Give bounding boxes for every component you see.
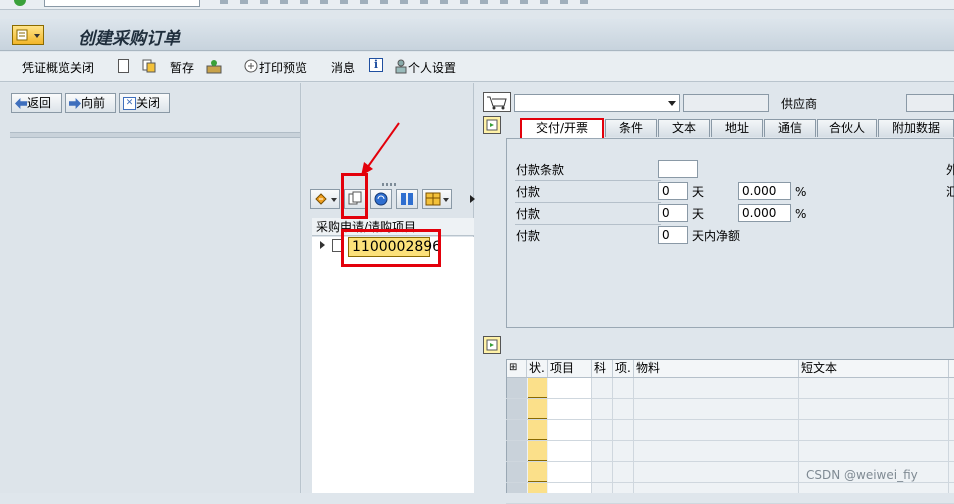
page-title: 创建采购订单 bbox=[78, 29, 180, 49]
days-unit: 天 bbox=[692, 207, 705, 221]
col-short-text[interactable]: 短文本 bbox=[799, 360, 949, 377]
divider bbox=[515, 180, 661, 181]
annotation-arrow bbox=[361, 122, 400, 176]
arrow-right-icon bbox=[69, 98, 81, 109]
tab-label: 地址 bbox=[724, 121, 749, 135]
tab-label: 文本 bbox=[671, 121, 696, 135]
tree-content bbox=[312, 237, 474, 493]
items-expand-button[interactable] bbox=[483, 336, 501, 354]
cut-label-2: 汇 bbox=[946, 185, 954, 199]
back-label: 返回 bbox=[27, 96, 52, 110]
payment-label: 付款 bbox=[516, 185, 541, 199]
payment-days-field[interactable]: 0 bbox=[658, 204, 688, 222]
personal-settings-button[interactable]: 个人设置 bbox=[408, 60, 456, 76]
payment-terms-field[interactable] bbox=[658, 160, 698, 178]
arrow-left-icon bbox=[15, 98, 27, 109]
splitter-horizontal[interactable] bbox=[10, 132, 300, 138]
create-icon[interactable] bbox=[118, 59, 129, 73]
net-days-unit: 天内净额 bbox=[692, 229, 741, 243]
close-icon: ✕ bbox=[123, 97, 136, 110]
tab-delivery-invoice[interactable]: 交付/开票 bbox=[520, 118, 604, 138]
close-label: 关闭 bbox=[136, 96, 161, 110]
tree-toolbar bbox=[310, 187, 475, 211]
col-status[interactable]: 状. bbox=[527, 360, 548, 377]
vendor-field[interactable] bbox=[906, 94, 954, 112]
percent-sign: % bbox=[795, 185, 807, 199]
system-toolbar-icons bbox=[220, 0, 600, 4]
divider bbox=[515, 224, 661, 225]
tab-additional-data[interactable]: 附加数据 bbox=[878, 119, 954, 137]
print-preview-button[interactable]: 打印预览 bbox=[259, 60, 307, 76]
hold-button[interactable]: 暂存 bbox=[170, 60, 194, 76]
col-item[interactable]: 项目 bbox=[548, 360, 592, 377]
layout-button[interactable] bbox=[422, 189, 452, 209]
discount-pct-field[interactable]: 0.000 bbox=[738, 204, 791, 222]
payment-days-value: 0 bbox=[662, 206, 670, 220]
tab-label: 合伙人 bbox=[828, 121, 865, 135]
header-expand-button[interactable] bbox=[483, 116, 501, 134]
doc-type-select[interactable] bbox=[514, 94, 680, 112]
watermark: CSDN @weiwei_fiy bbox=[806, 468, 918, 482]
menu-icon[interactable] bbox=[12, 25, 44, 45]
payment-days-value: 0 bbox=[662, 184, 670, 198]
tab-conditions[interactable]: 条件 bbox=[605, 119, 657, 137]
tab-label: 附加数据 bbox=[891, 121, 940, 135]
payment-terms-label: 付款条款 bbox=[516, 163, 565, 177]
copy-icon[interactable] bbox=[142, 59, 156, 73]
back-button[interactable]: 返回 bbox=[11, 93, 62, 113]
tab-communication[interactable]: 通信 bbox=[764, 119, 816, 137]
net-days-value: 0 bbox=[662, 228, 670, 242]
select-all-icon[interactable]: ⊞ bbox=[507, 360, 527, 377]
close-button[interactable]: ✕ 关闭 bbox=[119, 93, 170, 113]
discount-pct-field[interactable]: 0.000 bbox=[738, 182, 791, 200]
cut-label-1: 外 bbox=[946, 163, 954, 177]
vendor-label: 供应商 bbox=[781, 97, 818, 111]
highlight-copy-button bbox=[341, 173, 368, 219]
tab-texts[interactable]: 文本 bbox=[658, 119, 710, 137]
col-item-category[interactable]: 项. bbox=[613, 360, 634, 377]
tab-address[interactable]: 地址 bbox=[711, 119, 763, 137]
divider bbox=[515, 202, 661, 203]
payment-label: 付款 bbox=[516, 207, 541, 221]
find-button[interactable] bbox=[396, 189, 418, 209]
expand-button[interactable] bbox=[310, 189, 340, 209]
discount-pct-value: 0.000 bbox=[742, 206, 777, 220]
tree-expand-icon[interactable] bbox=[320, 241, 325, 249]
system-toolbar bbox=[0, 0, 954, 10]
days-unit: 天 bbox=[692, 185, 705, 199]
application-toolbar: 凭证概览关闭 暂存 打印预览 消息 i 个人设置 bbox=[0, 52, 954, 82]
payment-days-field[interactable]: 0 bbox=[658, 182, 688, 200]
dropdown-arrow-icon bbox=[668, 101, 676, 106]
info-icon[interactable]: i bbox=[369, 58, 383, 72]
other-doc-icon[interactable] bbox=[206, 58, 222, 74]
nav-panel: 返回 向前 ✕ 关闭 bbox=[0, 83, 301, 493]
tab-label: 条件 bbox=[618, 121, 643, 135]
enter-icon[interactable] bbox=[14, 0, 26, 6]
forward-button[interactable]: 向前 bbox=[65, 93, 116, 113]
highlight-requisition bbox=[341, 229, 441, 267]
forward-label: 向前 bbox=[81, 96, 106, 110]
col-account[interactable]: 科 bbox=[592, 360, 613, 377]
delivery-invoice-panel: 付款条款 付款 0 天 0.000 % 付款 0 天 0.000 % 付款 0 … bbox=[506, 138, 954, 328]
refresh-button[interactable] bbox=[370, 189, 392, 209]
po-number-field[interactable] bbox=[683, 94, 769, 112]
messages-button[interactable]: 消息 bbox=[331, 60, 355, 76]
net-days-field[interactable]: 0 bbox=[658, 226, 688, 244]
percent-sign: % bbox=[795, 207, 807, 221]
tab-label: 交付/开票 bbox=[535, 121, 589, 135]
title-bar: 创建采购订单 bbox=[0, 19, 954, 51]
personal-settings-icon[interactable] bbox=[394, 58, 408, 74]
splitter-grip[interactable] bbox=[382, 183, 398, 186]
col-material[interactable]: 物料 bbox=[634, 360, 799, 377]
print-preview-icon[interactable] bbox=[244, 59, 258, 73]
doc-overview-off-button[interactable]: 凭证概览关闭 bbox=[22, 60, 94, 76]
cart-icon[interactable] bbox=[483, 92, 511, 112]
tab-partners[interactable]: 合伙人 bbox=[817, 119, 877, 137]
discount-pct-value: 0.000 bbox=[742, 184, 777, 198]
payment-label: 付款 bbox=[516, 229, 541, 243]
tab-label: 通信 bbox=[777, 121, 802, 135]
command-field[interactable] bbox=[44, 0, 200, 7]
